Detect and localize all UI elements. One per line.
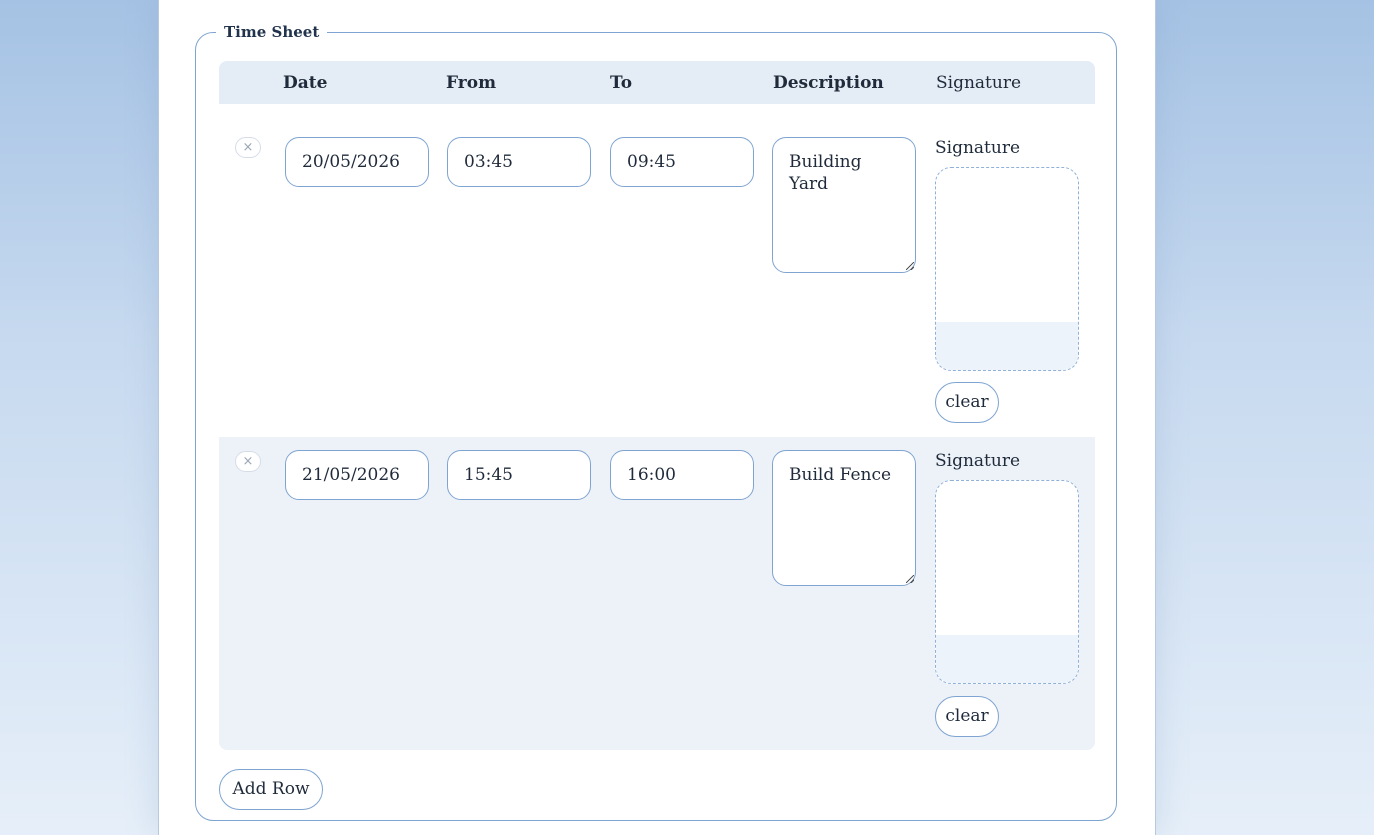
timesheet-legend: Time Sheet <box>224 23 320 41</box>
header-signature: Signature <box>936 73 1022 93</box>
from-time-input[interactable] <box>447 137 591 187</box>
description-textarea[interactable]: Building Yard <box>772 137 916 273</box>
header-from: From <box>446 73 497 93</box>
date-input[interactable] <box>285 450 429 500</box>
remove-row-button[interactable]: × <box>235 451 261 472</box>
resize-grip-icon[interactable] <box>906 575 914 583</box>
signature-label: Signature <box>935 138 1021 158</box>
close-icon: × <box>242 454 254 469</box>
table-row: × Building Yard Signature clear <box>219 104 1095 437</box>
page-container: Time Sheet Date From To Description Sign… <box>158 0 1156 835</box>
to-time-input[interactable] <box>610 137 754 187</box>
signature-pad-footer <box>936 635 1078 683</box>
signature-pad[interactable] <box>935 480 1079 684</box>
table-row: × Build Fence Signature clear <box>219 437 1095 750</box>
to-time-input[interactable] <box>610 450 754 500</box>
date-input[interactable] <box>285 137 429 187</box>
description-textarea[interactable]: Build Fence <box>772 450 916 586</box>
signature-pad[interactable] <box>935 167 1079 371</box>
resize-grip-icon[interactable] <box>906 262 914 270</box>
header-date: Date <box>283 73 328 93</box>
clear-signature-button[interactable]: clear <box>935 696 999 737</box>
close-icon: × <box>242 140 254 155</box>
clear-signature-button[interactable]: clear <box>935 382 999 423</box>
signature-label: Signature <box>935 451 1021 471</box>
from-time-input[interactable] <box>447 450 591 500</box>
remove-row-button[interactable]: × <box>235 137 261 158</box>
add-row-button[interactable]: Add Row <box>219 769 323 810</box>
header-to: To <box>610 73 633 93</box>
header-description: Description <box>773 73 884 93</box>
signature-pad-footer <box>936 322 1078 370</box>
table-header: Date From To Description Signature <box>219 61 1095 104</box>
